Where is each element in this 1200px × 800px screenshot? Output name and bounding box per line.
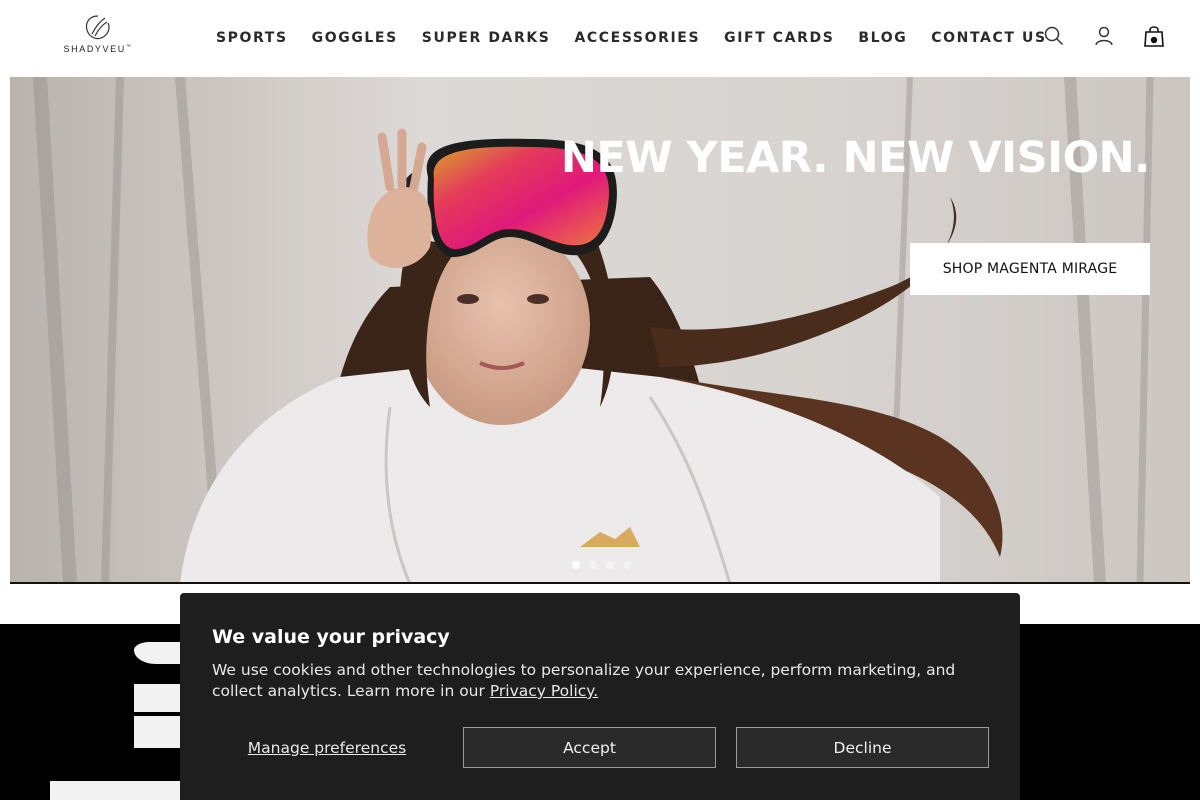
nav-item-gift-cards[interactable]: GIFT CARDS [724,30,834,46]
nav-item-super-darks[interactable]: SUPER DARKS [422,30,551,46]
hero-banner: NEW YEAR. NEW VISION. SHOP MAGENTA MIRAG… [10,77,1190,584]
manage-preferences-link[interactable]: Manage preferences [212,727,442,768]
decline-button[interactable]: Decline [736,727,989,768]
shop-magenta-mirage-button[interactable]: SHOP MAGENTA MIRAGE [910,243,1150,295]
logo-mark-icon [85,15,110,40]
cookie-description: We use cookies and other technologies to… [212,660,972,702]
brand-wordmark: SHADYVEU™ [63,44,133,54]
nav-item-accessories[interactable]: ACCESSORIES [575,30,701,46]
slider-dots [572,561,631,569]
slider-dot-1[interactable] [572,561,580,569]
slider-dot-2[interactable] [589,561,597,569]
brand-logo[interactable]: SHADYVEU™ [58,14,138,58]
nav-item-blog[interactable]: BLOG [858,30,907,46]
hero-headline: NEW YEAR. NEW VISION. [560,133,1151,183]
account-icon[interactable] [1092,24,1116,48]
header-actions [1016,24,1166,48]
privacy-policy-link[interactable]: Privacy Policy. [490,682,598,700]
slider-dot-3[interactable] [606,561,614,569]
cookie-consent-banner: We value your privacy We use cookies and… [180,593,1020,800]
cart-icon[interactable] [1142,24,1166,48]
main-nav: SPORTS GOGGLES SUPER DARKS ACCESSORIES G… [216,30,1071,46]
accept-button[interactable]: Accept [463,727,716,768]
nav-item-sports[interactable]: SPORTS [216,30,288,46]
search-icon[interactable] [1042,24,1066,48]
nav-item-goggles[interactable]: GOGGLES [312,30,398,46]
cookie-title: We value your privacy [212,626,450,648]
slider-dot-4[interactable] [623,561,631,569]
site-header: SHADYVEU™ SPORTS GOGGLES SUPER DARKS ACC… [0,0,1200,77]
